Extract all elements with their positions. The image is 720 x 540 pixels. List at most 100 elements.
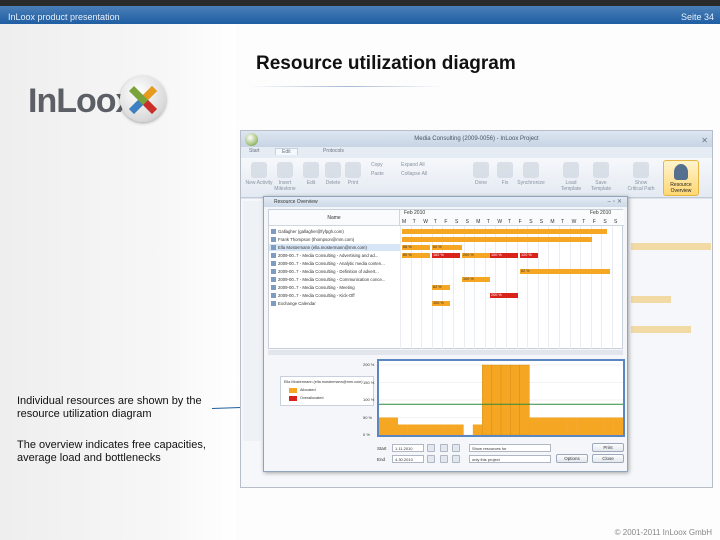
utilization-bar xyxy=(500,364,511,435)
options-button[interactable]: Options xyxy=(556,454,588,463)
app-menu-orb-icon[interactable] xyxy=(245,133,258,146)
expand-icon[interactable] xyxy=(271,229,276,235)
legend-person: Ella Mostermann (ella.mostermann@mm.com) xyxy=(284,380,363,384)
day-gridline xyxy=(463,226,465,350)
gantt-bar[interactable]: 200 % xyxy=(462,253,490,258)
tab-edit[interactable]: Edit xyxy=(275,148,298,155)
day-gridline xyxy=(590,226,592,350)
start-date-field[interactable]: 1.11.2010 xyxy=(392,444,424,452)
zoom-in-icon[interactable] xyxy=(440,444,448,452)
edit-icon[interactable] xyxy=(303,162,319,178)
row-label: 2009-00..7 - Media Consulting - Definiti… xyxy=(278,269,379,274)
print-button[interactable]: Print xyxy=(592,443,624,452)
ribbon-label: Fix xyxy=(501,180,509,186)
end-date-field[interactable]: 4.30.2010 xyxy=(392,455,424,463)
resource-row[interactable]: Gallagher (gallagher@fyfpgh.com) xyxy=(269,228,400,235)
gantt-bar[interactable]: 120 % xyxy=(520,253,538,258)
resource-overview-button[interactable]: Resource Overview xyxy=(663,160,699,196)
insert-milestone-icon[interactable] xyxy=(277,162,293,178)
tab-start[interactable]: Start xyxy=(249,148,260,154)
ribbon: New Activity Insert Milestone Edit Delet… xyxy=(241,158,712,198)
row-label: 2009-00..7 - Media Consulting - Advertis… xyxy=(278,253,379,258)
done-icon[interactable] xyxy=(473,162,489,178)
calendar-icon[interactable] xyxy=(427,444,435,452)
load-template-icon[interactable] xyxy=(563,162,579,178)
utilization-bar xyxy=(538,417,549,435)
activity-row[interactable]: Exchange Calendar xyxy=(269,300,400,307)
activity-row[interactable]: 2009-00..7 - Media Consulting - Communic… xyxy=(269,276,400,283)
expand-all-button[interactable]: Expand All xyxy=(401,162,425,168)
activity-row[interactable]: 2009-00..7 - Media Consulting - Advertis… xyxy=(269,252,400,259)
activity-row[interactable]: 2009-00..7 - Media Consulting - Kick-Off xyxy=(269,292,400,299)
day-gridline xyxy=(516,226,518,350)
gantt-bar[interactable]: 80 % xyxy=(402,253,430,258)
dialog-window-buttons[interactable]: ‒▫✕ xyxy=(608,198,625,205)
horizontal-scrollbar[interactable] xyxy=(268,350,623,355)
day-gridline xyxy=(484,226,486,350)
gantt-bar[interactable]: 200 % xyxy=(490,293,518,298)
gantt-bar[interactable]: 100 % xyxy=(462,277,490,282)
expand-icon[interactable] xyxy=(271,269,276,275)
expand-icon[interactable] xyxy=(271,277,276,283)
gantt-bar[interactable] xyxy=(402,237,592,242)
paste-button[interactable]: Paste xyxy=(371,171,384,177)
expand-icon[interactable] xyxy=(271,253,276,259)
synchronize-icon[interactable] xyxy=(523,162,539,178)
fix-icon[interactable] xyxy=(497,162,513,178)
app-titlebar: Media Consulting (2009-0056) - InLoox Pr… xyxy=(241,131,712,147)
save-template-icon[interactable] xyxy=(593,162,609,178)
app-screenshot: Media Consulting (2009-0056) - InLoox Pr… xyxy=(240,130,713,488)
presentation-name: InLoox product presentation xyxy=(8,12,120,22)
slide: InLoox product presentation Seite 34 InL… xyxy=(0,0,720,540)
name-column-header[interactable]: Name xyxy=(269,210,400,226)
utilization-bar xyxy=(416,424,427,435)
copy-button[interactable]: Copy xyxy=(371,162,383,168)
calendar-icon[interactable] xyxy=(427,455,435,463)
delete-icon[interactable] xyxy=(325,162,341,178)
scroll-right-icon[interactable] xyxy=(452,455,460,463)
day-label: W xyxy=(497,219,503,225)
print-icon[interactable] xyxy=(345,162,361,178)
gantt-bar[interactable]: 62 % xyxy=(520,269,610,274)
expand-icon[interactable] xyxy=(271,301,276,307)
resource-overview-label: Resource Overview xyxy=(670,182,692,194)
activity-row[interactable]: 2009-00..7 - Media Consulting - Meeting xyxy=(269,284,400,291)
activity-row[interactable]: 2009-00..7 - Media Consulting - Definiti… xyxy=(269,268,400,275)
ribbon-label: Insert Milestone xyxy=(274,180,296,192)
activity-row[interactable]: 2009-00..7 - Media Consulting - Analytic… xyxy=(269,260,400,267)
gantt-bar[interactable]: 162 % xyxy=(432,253,460,258)
collapse-all-button[interactable]: Collapse All xyxy=(401,171,427,177)
expand-icon[interactable] xyxy=(271,293,276,299)
overallocated-swatch xyxy=(289,396,297,401)
new-activity-icon[interactable] xyxy=(251,162,267,178)
gantt-bar[interactable]: 100 % xyxy=(490,253,518,258)
zoom-out-icon[interactable] xyxy=(452,444,460,452)
day-gridline xyxy=(506,226,507,350)
scope-dropdown[interactable]: only this project xyxy=(469,455,551,463)
utilization-bar xyxy=(557,417,567,435)
expand-icon[interactable] xyxy=(271,261,276,267)
copyright: © 2001-2011 InLoox GmbH xyxy=(614,528,712,537)
day-label: T xyxy=(561,219,565,225)
critical-path-icon[interactable] xyxy=(633,162,649,178)
gantt-bar[interactable]: 100 % xyxy=(432,301,450,306)
gantt-bar[interactable]: 68 % xyxy=(402,245,430,250)
resource-row[interactable]: Frank Thompson (thompson@mm.com) xyxy=(269,236,400,243)
expand-icon[interactable] xyxy=(271,245,276,251)
utilization-bar xyxy=(576,417,586,435)
day-label: W xyxy=(571,219,577,225)
day-gridline xyxy=(559,226,560,350)
day-label: S xyxy=(614,219,618,225)
close-button[interactable]: Close xyxy=(592,454,624,463)
gantt-bar[interactable]: 62 % xyxy=(432,285,450,290)
utilization-bar xyxy=(604,417,614,435)
page-number: Seite 34 xyxy=(680,12,714,22)
gantt-bar[interactable]: 60 % xyxy=(432,245,462,250)
resource-row[interactable]: Ella Mostermann (ella.mostermann@mm.com) xyxy=(269,244,400,251)
scroll-left-icon[interactable] xyxy=(440,455,448,463)
expand-icon[interactable] xyxy=(271,285,276,291)
expand-icon[interactable] xyxy=(271,237,276,243)
gantt-bar[interactable] xyxy=(402,229,607,234)
ribbon-label: New Activity xyxy=(245,180,273,186)
tab-protocols[interactable]: Protocols xyxy=(323,148,344,154)
